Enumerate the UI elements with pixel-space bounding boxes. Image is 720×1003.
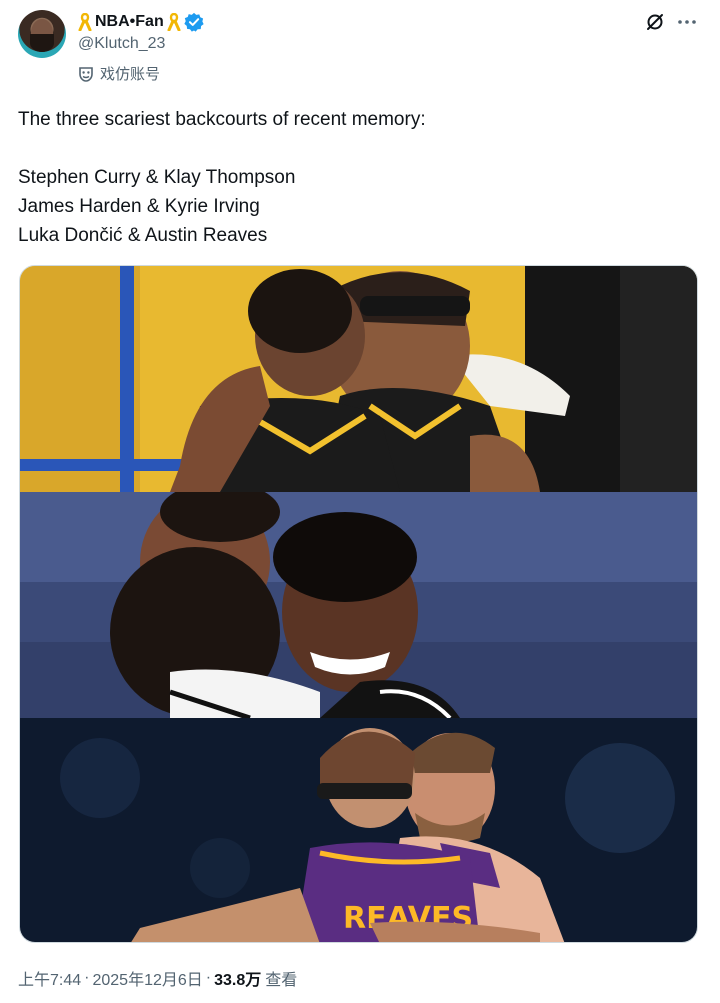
verified-badge-icon[interactable] — [184, 12, 204, 32]
author-avatar[interactable] — [18, 10, 66, 58]
tweet-header: NBA•Fan @Klutch_23 戏仿账号 — [0, 0, 720, 90]
curry-thompson-photo[interactable] — [20, 266, 697, 492]
avatar-beard — [30, 34, 54, 52]
author-display-name[interactable]: NBA•Fan — [95, 13, 164, 31]
tweet-media[interactable]: REAVES — [19, 265, 698, 943]
harden-irving-photo[interactable] — [20, 492, 697, 718]
doncic-reaves-photo[interactable]: REAVES — [20, 718, 697, 942]
meta-separator: · — [84, 969, 90, 986]
more-icon[interactable] — [677, 12, 697, 32]
grok-icon[interactable] — [645, 12, 665, 32]
yellow-ribbon-icon — [78, 13, 92, 31]
tweet-text: The three scariest backcourts of recent … — [18, 109, 426, 246]
parody-account-label[interactable]: 戏仿账号 — [78, 63, 160, 84]
theater-mask-icon — [79, 66, 93, 82]
author-handle[interactable]: @Klutch_23 — [78, 35, 165, 53]
tweet-time[interactable]: 上午7:44 — [18, 966, 81, 990]
meta-separator: · — [205, 969, 212, 986]
tweet-meta: 上午7:44 · 2025年12月6日 · 33.8万 查看 — [18, 966, 297, 990]
yellow-ribbon-icon — [167, 13, 181, 31]
parody-label-text: 戏仿账号 — [100, 66, 161, 83]
views-count[interactable]: 33.8万 — [214, 966, 261, 990]
author-name-row[interactable]: NBA•Fan — [78, 11, 204, 33]
tweet-date[interactable]: 2025年12月6日 — [92, 966, 202, 990]
views-label: 查看 — [265, 972, 298, 989]
